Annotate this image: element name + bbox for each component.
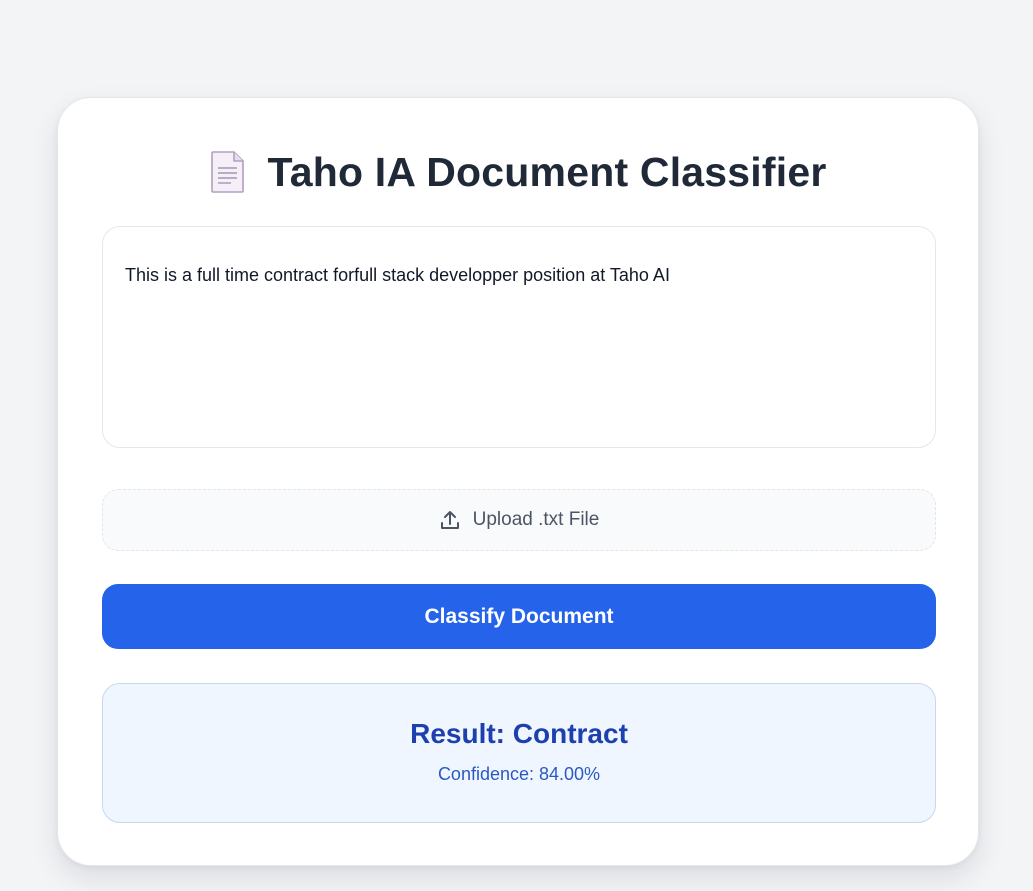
upload-file-label: Upload .txt File: [472, 509, 600, 530]
result-panel: Result: Contract Confidence: 84.00%: [102, 683, 936, 823]
result-title: Result: Contract: [410, 718, 628, 749]
result-confidence: Confidence: 84.00%: [437, 764, 601, 784]
classifier-card: Taho IA Document Classifier This is a fu…: [57, 97, 979, 866]
document-icon: [210, 150, 246, 194]
document-text-value: This is a full time contract forfull sta…: [125, 265, 670, 285]
document-text-input[interactable]: This is a full time contract forfull sta…: [102, 226, 936, 448]
classify-document-button[interactable]: Classify Document: [102, 584, 936, 649]
upload-file-button[interactable]: Upload .txt File: [102, 489, 936, 551]
header: Taho IA Document Classifier: [58, 144, 978, 200]
upload-icon: [439, 509, 461, 531]
page-title: Taho IA Document Classifier: [267, 148, 827, 195]
